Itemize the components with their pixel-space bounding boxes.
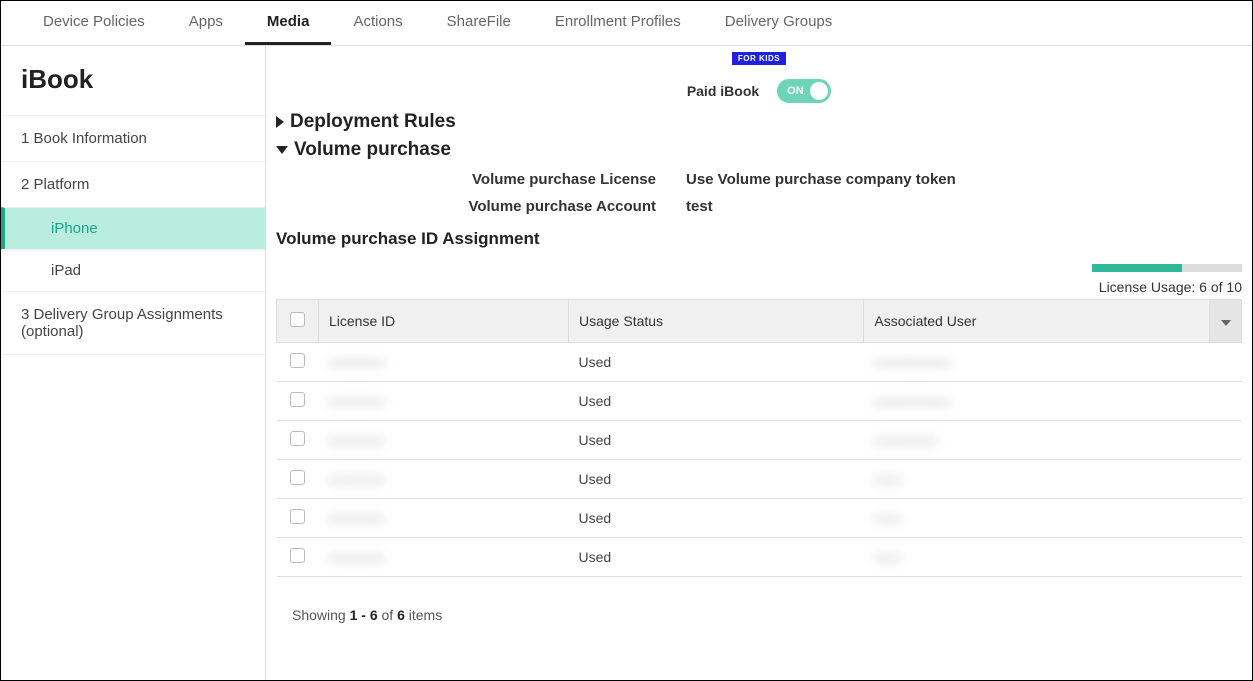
row-checkbox[interactable] bbox=[290, 392, 305, 407]
license-id-cell: xxxxxxxx bbox=[329, 471, 385, 487]
volume-purchase-label: Volume purchase bbox=[294, 139, 451, 161]
row-checkbox[interactable] bbox=[290, 548, 305, 563]
content-panel: FOR KIDS Paid iBook ON Deployment Rules … bbox=[266, 46, 1252, 681]
tab-apps[interactable]: Apps bbox=[167, 1, 245, 45]
row-checkbox[interactable] bbox=[290, 353, 305, 368]
table-row[interactable]: xxxxxxxx Used xxxxxxxxxxx bbox=[277, 382, 1242, 421]
sidebar-item-platform[interactable]: 2 Platform bbox=[1, 161, 265, 207]
table-row[interactable]: xxxxxxxx Used xxxx bbox=[277, 538, 1242, 577]
license-table: License ID Usage Status Associated User … bbox=[276, 299, 1242, 577]
associated-user-cell: xxxxxxxxxxx bbox=[874, 354, 951, 370]
table-row[interactable]: xxxxxxxx Used xxxx bbox=[277, 460, 1242, 499]
sidebar-item-delivery-group-assignments[interactable]: 3 Delivery Group Assignments (optional) bbox=[1, 291, 265, 355]
associated-user-cell: xxxx bbox=[874, 471, 902, 487]
deployment-rules-label: Deployment Rules bbox=[290, 111, 456, 133]
license-usage-text: License Usage: 6 of 10 bbox=[276, 279, 1242, 295]
vp-account-value: test bbox=[686, 198, 713, 215]
col-associated-user[interactable]: Associated User bbox=[864, 300, 1210, 343]
table-footer: Showing 1 - 6 of 6 items bbox=[292, 607, 1242, 623]
section-volume-purchase[interactable]: Volume purchase bbox=[276, 139, 1242, 161]
license-usage-fill bbox=[1092, 264, 1182, 272]
vp-license-value: Use Volume purchase company token bbox=[686, 171, 956, 188]
vp-license-label: Volume purchase License bbox=[276, 171, 686, 188]
vp-account-label: Volume purchase Account bbox=[276, 198, 686, 215]
usage-status-cell: Used bbox=[569, 460, 864, 499]
row-checkbox[interactable] bbox=[290, 470, 305, 485]
top-tabs: Device Policies Apps Media Actions Share… bbox=[1, 1, 1252, 46]
select-all-checkbox[interactable] bbox=[290, 312, 305, 327]
col-menu[interactable] bbox=[1210, 300, 1242, 343]
tab-sharefile[interactable]: ShareFile bbox=[425, 1, 533, 45]
license-id-cell: xxxxxxxx bbox=[329, 432, 385, 448]
chevron-down-icon bbox=[1221, 320, 1231, 326]
tab-actions[interactable]: Actions bbox=[331, 1, 424, 45]
table-row[interactable]: xxxxxxxx Used xxxxxxxxxxx bbox=[277, 343, 1242, 382]
sidebar-sub-ipad[interactable]: iPad bbox=[1, 249, 265, 291]
license-usage-bar bbox=[1092, 264, 1242, 272]
license-id-cell: xxxxxxxx bbox=[329, 393, 385, 409]
tab-delivery-groups[interactable]: Delivery Groups bbox=[703, 1, 855, 45]
usage-status-cell: Used bbox=[569, 343, 864, 382]
license-id-cell: xxxxxxxx bbox=[329, 549, 385, 565]
row-checkbox[interactable] bbox=[290, 431, 305, 446]
associated-user-cell: xxxxxxxxxxx bbox=[874, 393, 951, 409]
paid-ibook-toggle[interactable]: ON bbox=[777, 79, 831, 103]
associated-user-cell: xxxx bbox=[874, 510, 902, 526]
sidebar-title: iBook bbox=[1, 46, 265, 115]
tab-device-policies[interactable]: Device Policies bbox=[21, 1, 167, 45]
toggle-on-text: ON bbox=[787, 85, 804, 97]
sidebar-sub-iphone[interactable]: iPhone bbox=[1, 207, 265, 249]
vp-id-assignment-heading: Volume purchase ID Assignment bbox=[276, 229, 1242, 249]
sidebar-item-book-information[interactable]: 1 Book Information bbox=[1, 115, 265, 161]
col-usage-status[interactable]: Usage Status bbox=[569, 300, 864, 343]
tab-media[interactable]: Media bbox=[245, 1, 332, 45]
for-kids-badge: FOR KIDS bbox=[732, 52, 786, 65]
section-deployment-rules[interactable]: Deployment Rules bbox=[276, 111, 1242, 133]
associated-user-cell: xxxx bbox=[874, 549, 902, 565]
chevron-right-icon bbox=[276, 116, 284, 128]
toggle-knob bbox=[810, 82, 828, 100]
table-row[interactable]: xxxxxxxx Used xxxxxxxxx bbox=[277, 421, 1242, 460]
chevron-down-icon bbox=[276, 146, 288, 154]
license-id-cell: xxxxxxxx bbox=[329, 354, 385, 370]
paid-ibook-label: Paid iBook bbox=[687, 83, 759, 99]
tab-enrollment-profiles[interactable]: Enrollment Profiles bbox=[533, 1, 703, 45]
sidebar: iBook 1 Book Information 2 Platform iPho… bbox=[1, 46, 266, 681]
usage-status-cell: Used bbox=[569, 382, 864, 421]
license-id-cell: xxxxxxxx bbox=[329, 510, 385, 526]
associated-user-cell: xxxxxxxxx bbox=[874, 432, 937, 448]
usage-status-cell: Used bbox=[569, 421, 864, 460]
col-license-id[interactable]: License ID bbox=[319, 300, 569, 343]
usage-status-cell: Used bbox=[569, 538, 864, 577]
table-row[interactable]: xxxxxxxx Used xxxx bbox=[277, 499, 1242, 538]
row-checkbox[interactable] bbox=[290, 509, 305, 524]
usage-status-cell: Used bbox=[569, 499, 864, 538]
